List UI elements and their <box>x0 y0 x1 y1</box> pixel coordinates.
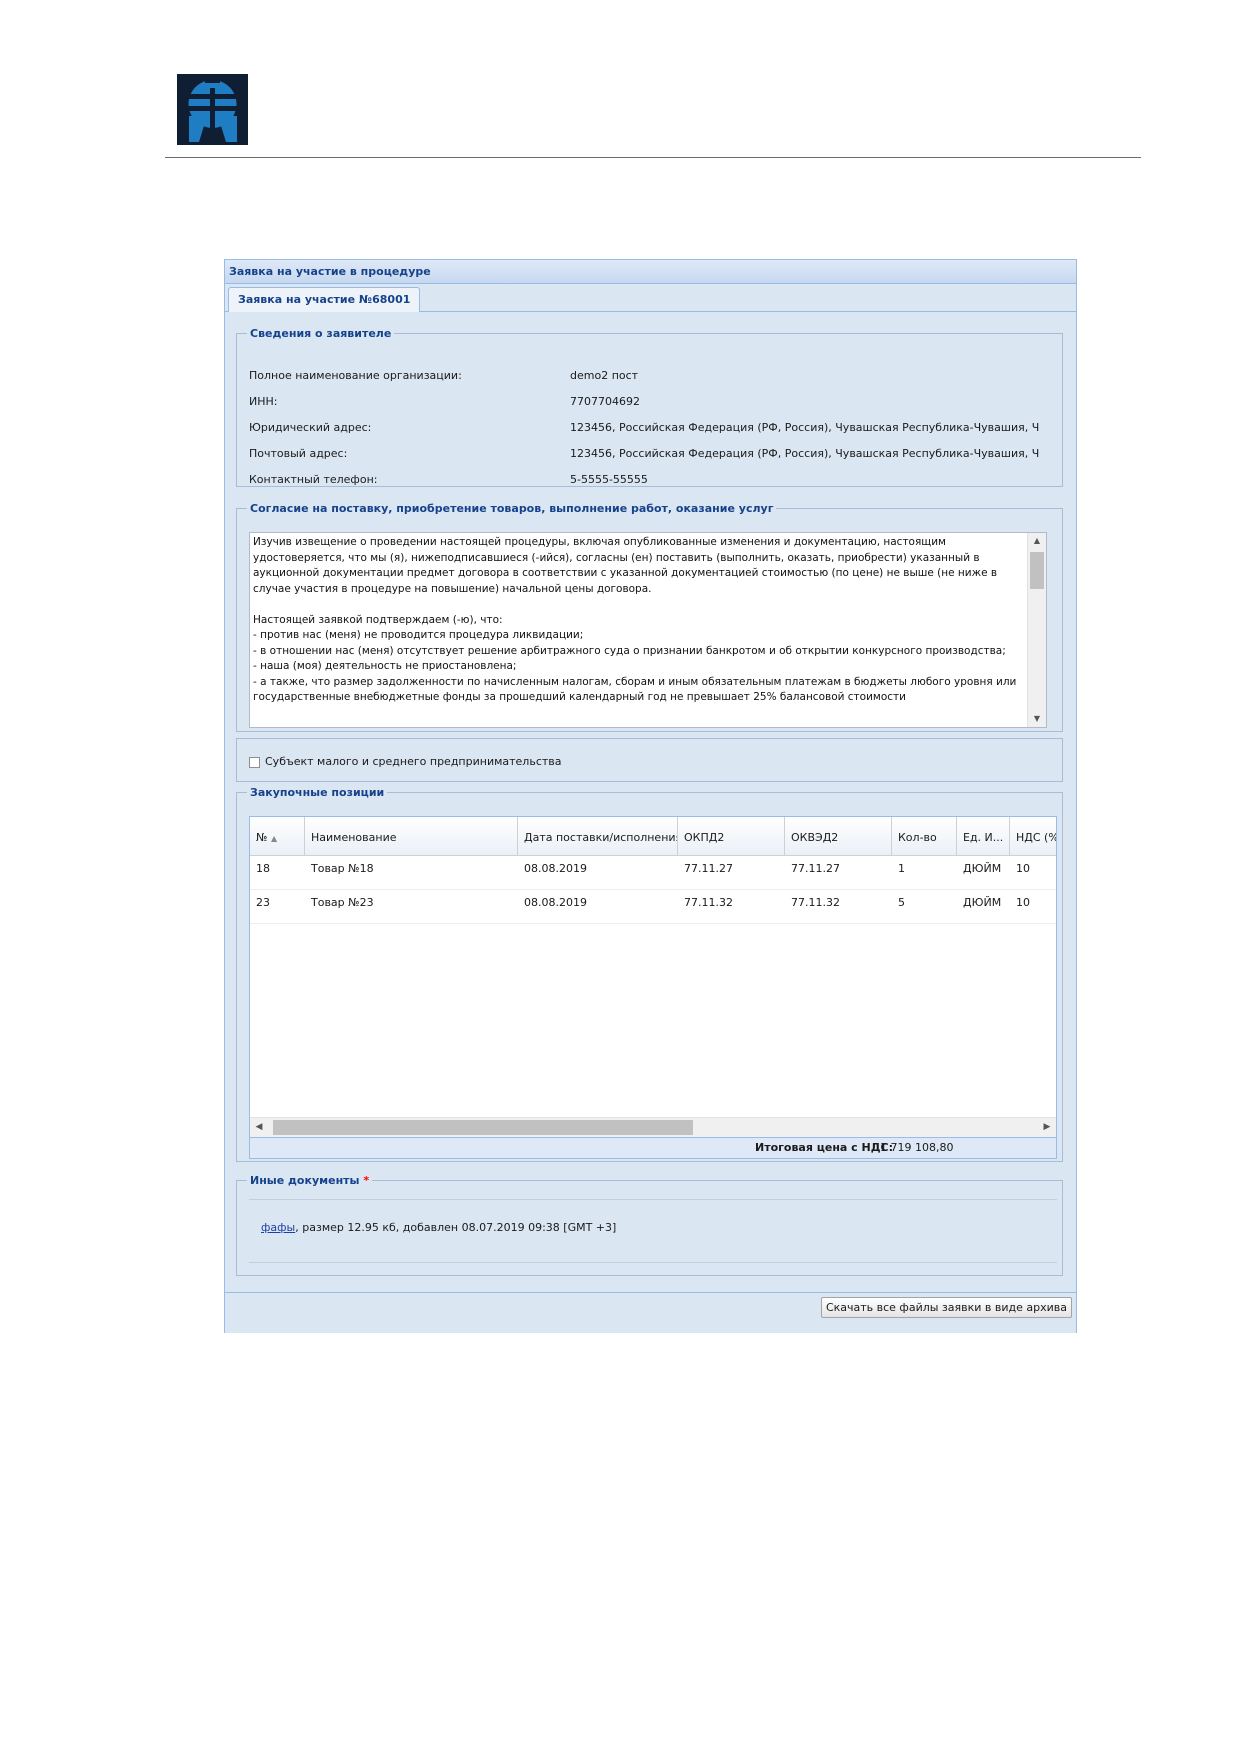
column-header-vat[interactable]: НДС (% <box>1010 817 1056 855</box>
total-value: 1 719 108,80 <box>880 1141 954 1154</box>
table-row[interactable]: 18 Товар №18 08.08.2019 77.11.27 77.11.2… <box>250 855 1056 890</box>
column-header-name[interactable]: Наименование <box>305 817 518 855</box>
grid-horizontal-scrollbar[interactable]: ◀ ▶ <box>250 1117 1056 1137</box>
cell-okved2: 77.11.27 <box>791 862 840 875</box>
column-header-qty[interactable]: Кол-во <box>892 817 957 855</box>
document-link[interactable]: фафы <box>261 1221 295 1234</box>
cell-okpd2: 77.11.27 <box>684 862 733 875</box>
docs-divider-bottom <box>249 1262 1057 1263</box>
table-row[interactable]: 23 Товар №23 08.08.2019 77.11.32 77.11.3… <box>250 889 1056 924</box>
column-header-date[interactable]: Дата поставки/исполнения <box>518 817 678 855</box>
cell-name: Товар №23 <box>311 896 374 909</box>
consent-fieldset: Согласие на поставку, приобретение товар… <box>236 502 1063 732</box>
consent-paragraph-1: Изучив извещение о проведении настоящей … <box>253 536 998 595</box>
postal-address-label: Почтовый адрес: <box>249 447 348 460</box>
consent-textarea[interactable]: Изучив извещение о проведении настоящей … <box>249 532 1047 728</box>
header-divider <box>165 157 1141 158</box>
cell-date: 08.08.2019 <box>524 862 587 875</box>
cell-qty: 1 <box>898 862 905 875</box>
applicant-fieldset: Сведения о заявителе Полное наименование… <box>236 327 1063 487</box>
tab-strip: Заявка на участие №68001 <box>225 284 1076 312</box>
cell-date: 08.08.2019 <box>524 896 587 909</box>
window-footer: Скачать все файлы заявки в виде архива <box>225 1292 1076 1333</box>
org-name-value: demo2 пост <box>570 369 639 382</box>
consent-line-1: - против нас (меня) не проводится процед… <box>253 629 584 641</box>
docs-legend: Иные документы * <box>250 1174 370 1187</box>
legal-address-value: 123456, Российская Федерация (РФ, Россия… <box>570 421 1040 434</box>
cell-okpd2: 77.11.32 <box>684 896 733 909</box>
cell-number: 23 <box>256 896 270 909</box>
consent-paragraph-2: Настоящей заявкой подтверждаем (-ю), что… <box>253 613 503 626</box>
sme-label: Субъект малого и среднего предпринимател… <box>265 755 562 768</box>
sme-checkbox[interactable] <box>249 757 260 768</box>
cell-name: Товар №18 <box>311 862 374 875</box>
consent-line-4: - а также, что размер задолженности по н… <box>253 675 1017 704</box>
document-entry: фафы, размер 12.95 кб, добавлен 08.07.20… <box>261 1221 616 1234</box>
total-label: Итоговая цена с НДС: <box>755 1141 894 1154</box>
scroll-up-icon[interactable]: ▲ <box>1028 533 1046 549</box>
cell-vat: 10 <box>1016 862 1030 875</box>
cell-unit: ДЮЙМ <box>963 862 1002 875</box>
sme-fieldset: Субъект малого и среднего предпринимател… <box>236 738 1063 782</box>
consent-line-3: - наша (моя) деятельность не приостановл… <box>253 660 517 672</box>
inn-label: ИНН: <box>249 395 278 408</box>
download-archive-button[interactable]: Скачать все файлы заявки в виде архива <box>820 1297 1072 1318</box>
docs-divider-top <box>249 1199 1057 1200</box>
scroll-down-icon[interactable]: ▼ <box>1028 711 1046 727</box>
consent-line-2: - в отношении нас (меня) отсутствует реш… <box>253 644 1006 657</box>
items-legend: Закупочные позиции <box>250 786 385 799</box>
required-marker: * <box>363 1174 370 1187</box>
total-bar: Итоговая цена с НДС: 1 719 108,80 <box>249 1138 1057 1159</box>
applicant-legend: Сведения о заявителе <box>250 327 392 340</box>
column-header-okpd2[interactable]: ОКПД2 <box>678 817 785 855</box>
cell-qty: 5 <box>898 896 905 909</box>
window-title: Заявка на участие в процедуре <box>225 260 1076 284</box>
hscroll-thumb[interactable] <box>273 1120 693 1135</box>
column-header-okved2[interactable]: ОКВЭД2 <box>785 817 892 855</box>
items-fieldset: Закупочные позиции № ▲ Наименование Дата… <box>236 786 1063 1162</box>
grid-header: № ▲ Наименование Дата поставки/исполнени… <box>250 817 1056 856</box>
application-window: Заявка на участие в процедуре Заявка на … <box>224 259 1077 1333</box>
docs-fieldset: Иные документы * фафы, размер 12.95 кб, … <box>236 1174 1063 1276</box>
sort-asc-icon: ▲ <box>270 834 278 843</box>
tab-content: Сведения о заявителе Полное наименование… <box>225 312 1076 1276</box>
postal-address-value: 123456, Российская Федерация (РФ, Россия… <box>570 447 1040 460</box>
document-info: , размер 12.95 кб, добавлен 08.07.2019 0… <box>295 1221 617 1234</box>
scroll-thumb[interactable] <box>1030 552 1044 589</box>
cell-okved2: 77.11.32 <box>791 896 840 909</box>
cell-unit: ДЮЙМ <box>963 896 1002 909</box>
cell-vat: 10 <box>1016 896 1030 909</box>
cell-number: 18 <box>256 862 270 875</box>
consent-scrollbar[interactable]: ▲ ▼ <box>1027 533 1046 727</box>
items-grid: № ▲ Наименование Дата поставки/исполнени… <box>249 816 1057 1138</box>
inn-value: 7707704692 <box>570 395 640 408</box>
scroll-right-icon[interactable]: ▶ <box>1038 1118 1056 1137</box>
company-logo <box>177 74 248 145</box>
org-name-label: Полное наименование организации: <box>249 369 462 382</box>
phone-value: 5-5555-55555 <box>570 473 648 486</box>
legal-address-label: Юридический адрес: <box>249 421 372 434</box>
consent-legend: Согласие на поставку, приобретение товар… <box>250 502 774 515</box>
scroll-left-icon[interactable]: ◀ <box>250 1118 268 1137</box>
tab-application[interactable]: Заявка на участие №68001 <box>228 287 421 312</box>
column-header-number[interactable]: № ▲ <box>250 817 305 855</box>
phone-label: Контактный телефон: <box>249 473 378 486</box>
column-header-unit[interactable]: Ед. И... <box>957 817 1010 855</box>
